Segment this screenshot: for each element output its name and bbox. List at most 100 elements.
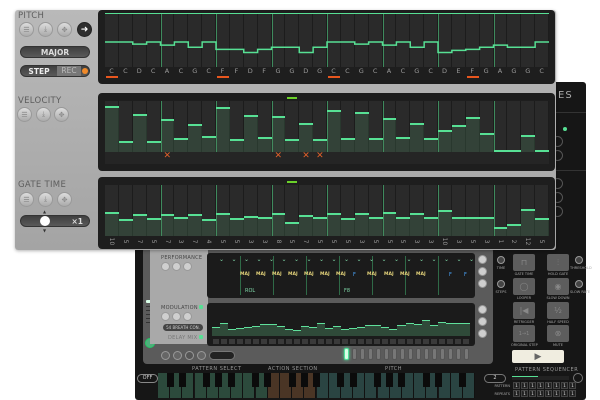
save-icon[interactable]	[172, 262, 181, 271]
black-key[interactable]	[349, 373, 357, 387]
modulation-bar[interactable]	[308, 327, 317, 336]
step-led[interactable]	[368, 348, 373, 360]
step-led[interactable]	[408, 348, 413, 360]
velocity-bar[interactable]	[271, 116, 286, 152]
pitch-note-label[interactable]: C	[147, 67, 160, 75]
gate-bar[interactable]	[188, 214, 203, 236]
gate-bar[interactable]	[160, 214, 175, 236]
mute-x-icon[interactable]: ✕	[275, 151, 283, 161]
modulation-bar[interactable]	[413, 324, 422, 336]
dpad-icon[interactable]	[183, 312, 192, 321]
pattern-cell[interactable]: 1	[537, 390, 544, 397]
gate-bar[interactable]	[382, 212, 397, 236]
step-led[interactable]	[392, 348, 397, 360]
step-led[interactable]	[344, 348, 349, 360]
performance-chevron-icon[interactable]: ⌄	[344, 256, 349, 263]
velocity-bar[interactable]	[160, 119, 175, 152]
steps-knob[interactable]	[497, 280, 505, 288]
velocity-bar[interactable]	[368, 137, 383, 152]
side-button[interactable]	[478, 317, 487, 326]
button[interactable]	[185, 351, 194, 360]
pitch-note-label[interactable]: G	[507, 67, 520, 75]
chord-label[interactable]: MAJ	[272, 272, 282, 277]
mute-button[interactable]: ⊗	[547, 325, 569, 342]
pitch-note-label[interactable]: F	[230, 67, 243, 75]
chord-label[interactable]: F	[449, 272, 452, 278]
pitch-graph[interactable]	[105, 13, 549, 67]
gate-bar[interactable]	[202, 219, 216, 236]
black-key[interactable]	[312, 373, 320, 387]
chord-label[interactable]: MAJ	[367, 272, 377, 277]
list-icon[interactable]: ☰	[19, 22, 34, 37]
black-key[interactable]	[203, 373, 211, 387]
dpad-icon[interactable]: ✥	[54, 107, 69, 122]
list-icon[interactable]	[161, 262, 170, 271]
velocity-bar[interactable]	[285, 139, 300, 152]
modulation-bar[interactable]	[316, 322, 325, 336]
pattern-cell[interactable]: 1	[521, 382, 528, 389]
step-column[interactable]	[494, 101, 508, 152]
gate-bar[interactable]	[535, 218, 549, 236]
step-led[interactable]	[360, 348, 365, 360]
gate-bar[interactable]	[451, 217, 466, 236]
f8-label[interactable]: F8	[344, 288, 350, 294]
button[interactable]	[161, 351, 170, 360]
velocity-bar[interactable]	[243, 114, 258, 152]
gate-bar[interactable]	[396, 217, 411, 236]
mute-x-icon[interactable]: ✕	[316, 151, 324, 161]
step-rec-toggle[interactable]: STEP REC	[20, 65, 90, 77]
gate-bar[interactable]	[313, 217, 327, 236]
pitch-note-label[interactable]: C	[424, 67, 437, 75]
gate-bar[interactable]	[174, 217, 189, 236]
pitch-note-label[interactable]: C	[396, 67, 409, 75]
pattern-cell[interactable]: 1	[569, 390, 576, 397]
arrow-right-icon[interactable]: ➜	[77, 22, 92, 37]
modulation-bar[interactable]	[357, 327, 366, 336]
performance-chevron-icon[interactable]: ⌄	[444, 256, 449, 263]
mute-x-icon[interactable]: ✕	[302, 151, 310, 161]
gate-multiplier-slider[interactable]: ×1	[20, 215, 90, 227]
chord-label[interactable]: F	[353, 272, 356, 278]
pitch-note-label[interactable]: C	[535, 67, 548, 75]
pitch-note-label[interactable]: C	[174, 67, 187, 75]
mute-x-icon[interactable]: ✕	[164, 151, 172, 161]
gate-bar[interactable]	[410, 213, 425, 236]
performance-chevron-icon[interactable]: ⌄	[432, 256, 437, 263]
velocity-bar[interactable]	[410, 123, 425, 152]
step-button[interactable]: STEP	[21, 67, 57, 76]
velocity-mute-row[interactable]: ✕ ✕ ✕ ✕	[105, 151, 549, 164]
modulation-bar[interactable]	[373, 324, 382, 336]
modulation-bar[interactable]	[381, 327, 390, 336]
performance-chevron-icon[interactable]: ⌄	[294, 256, 299, 263]
pattern-cell[interactable]: 1	[513, 390, 520, 397]
pitch-note-label[interactable]: D	[244, 67, 257, 75]
step-led[interactable]	[376, 348, 381, 360]
button[interactable]	[197, 351, 206, 360]
slider-thumb[interactable]	[40, 216, 50, 226]
velocity-bar[interactable]	[105, 105, 119, 152]
step-led[interactable]	[400, 348, 405, 360]
dpad-icon[interactable]: ✥	[57, 192, 72, 207]
time-knob[interactable]	[497, 256, 505, 264]
save-icon[interactable]: ⤓	[36, 107, 51, 122]
step-led[interactable]	[448, 348, 453, 360]
side-button[interactable]	[478, 279, 487, 288]
modulation-bar[interactable]	[332, 326, 341, 336]
performance-chevron-icon[interactable]: ⌄	[469, 256, 474, 263]
performance-chevron-icon[interactable]: ⌄	[319, 256, 324, 263]
list-icon[interactable]: ☰	[17, 107, 32, 122]
gate-bar[interactable]	[146, 218, 161, 236]
scroll-indicator[interactable]	[287, 181, 297, 183]
performance-chevron-icon[interactable]: ⌄	[394, 256, 399, 263]
velocity-bar[interactable]	[146, 141, 161, 152]
pitch-note-label[interactable]: A	[494, 67, 507, 75]
pattern-cell[interactable]: 1	[561, 390, 568, 397]
gate-bar[interactable]	[132, 214, 147, 236]
modulation-bar[interactable]	[324, 327, 333, 336]
performance-chevron-icon[interactable]: ⌄	[369, 256, 374, 263]
pitch-note-label[interactable]: G	[188, 67, 201, 75]
step-led[interactable]	[464, 348, 469, 360]
gate-bar[interactable]	[216, 213, 230, 236]
black-key[interactable]	[288, 373, 296, 387]
chord-label[interactable]: MAJ	[240, 272, 250, 277]
